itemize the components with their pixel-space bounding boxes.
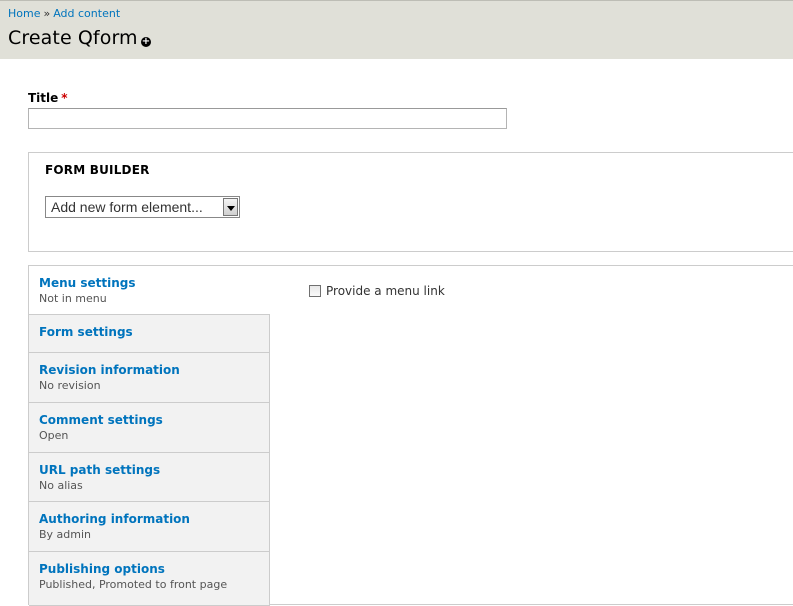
tab-label[interactable]: Publishing options (39, 562, 259, 576)
title-label-text: Title (28, 91, 59, 105)
tab-summary: Published, Promoted to front page (39, 578, 228, 591)
tab-label[interactable]: Form settings (39, 325, 259, 339)
tab-summary: Not in menu (39, 292, 107, 305)
menu-settings-pane: Provide a menu link (309, 284, 445, 298)
tab-authoring-information[interactable]: Authoring information By admin (29, 502, 270, 552)
vertical-tab-list: Menu settings Not in menu Form settings … (29, 266, 270, 606)
tab-summary: No revision (39, 379, 101, 392)
tab-form-settings[interactable]: Form settings (29, 315, 270, 353)
tab-label[interactable]: Menu settings (39, 276, 260, 290)
provide-menu-link-label[interactable]: Provide a menu link (326, 284, 445, 298)
tab-summary: No alias (39, 479, 83, 492)
breadcrumb: Home» Add content (8, 7, 120, 20)
breadcrumb-add-content-link[interactable]: Add content (53, 7, 120, 20)
dropdown-arrow-icon[interactable] (223, 198, 238, 216)
tab-summary: By admin (39, 528, 92, 541)
form-builder-legend: FORM BUILDER (45, 163, 150, 177)
page-title: Create Qform (8, 27, 138, 49)
add-form-element-select[interactable]: Add new form element... (45, 196, 240, 218)
page-header: Home» Add content Create Qform + (0, 0, 793, 59)
tab-label[interactable]: URL path settings (39, 463, 259, 477)
form-builder-fieldset: FORM BUILDER Add new form element... (28, 152, 793, 252)
breadcrumb-separator: » (43, 7, 51, 20)
title-input[interactable] (28, 108, 507, 129)
tab-label[interactable]: Authoring information (39, 512, 259, 526)
plus-circle-icon[interactable]: + (141, 37, 151, 47)
tab-url-path-settings[interactable]: URL path settings No alias (29, 453, 270, 502)
tab-label[interactable]: Revision information (39, 363, 259, 377)
tab-label[interactable]: Comment settings (39, 413, 259, 427)
tab-comment-settings[interactable]: Comment settings Open (29, 403, 270, 453)
select-value: Add new form element... (51, 199, 203, 215)
title-field-label: Title * (28, 91, 68, 105)
tab-revision-information[interactable]: Revision information No revision (29, 353, 270, 403)
tab-summary: Open (39, 429, 69, 442)
required-marker: * (61, 91, 68, 105)
vertical-tabs: Menu settings Not in menu Form settings … (28, 265, 793, 606)
breadcrumb-home-link[interactable]: Home (8, 7, 40, 20)
tab-menu-settings[interactable]: Menu settings Not in menu (29, 266, 270, 315)
provide-menu-link-checkbox[interactable] (309, 285, 321, 297)
